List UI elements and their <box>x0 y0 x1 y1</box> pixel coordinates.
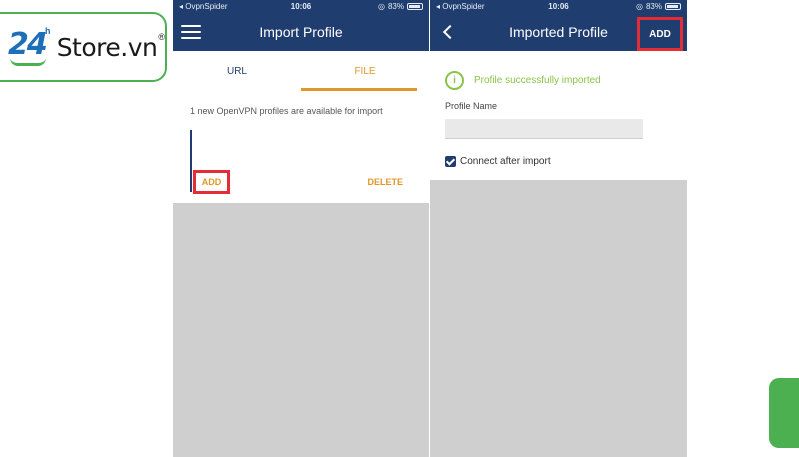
logo-registered-mark: ® <box>158 32 165 42</box>
success-message: i Profile successfully imported <box>445 71 601 90</box>
status-bar: ◂ OvpnSpider 10:06 ◎ 83% <box>173 0 429 13</box>
add-profile-button[interactable]: ADD <box>193 170 230 194</box>
card-accent-bar <box>190 130 192 192</box>
profile-name-label: Profile Name <box>445 101 498 111</box>
battery-icon <box>407 3 423 10</box>
logo-mark: 24 h <box>8 24 53 70</box>
page: 24 h Store.vn ® ◂ OvpnSpider 10:06 ◎ 83%… <box>0 0 799 457</box>
battery-percent: 83% <box>387 2 404 11</box>
logo-number: 24 <box>8 27 48 62</box>
connect-after-import-label: Connect after import <box>460 156 551 167</box>
app-bar: Import Profile <box>173 13 429 51</box>
status-right: ◎ 83% <box>378 2 423 11</box>
status-right: ◎ 83% <box>636 2 681 11</box>
delete-profile-button[interactable]: DELETE <box>367 177 403 187</box>
imported-profile-form: i Profile successfully imported Profile … <box>430 51 687 180</box>
brand-logo: 24 h Store.vn ® <box>0 12 167 82</box>
import-profile-screen: ◂ OvpnSpider 10:06 ◎ 83% Import Profile … <box>173 0 429 457</box>
profile-card: ADD DELETE <box>173 122 429 203</box>
tab-file[interactable]: FILE <box>301 51 429 92</box>
tab-url[interactable]: URL <box>173 51 301 92</box>
profile-name-input[interactable] <box>445 119 643 139</box>
checkbox-checked-icon[interactable] <box>445 156 456 167</box>
battery-percent: 83% <box>645 2 662 11</box>
side-decoration <box>769 378 799 448</box>
import-tabs: URL FILE <box>173 51 429 92</box>
logo-superscript: h <box>45 26 51 36</box>
lock-rotation-icon: ◎ <box>636 2 643 11</box>
logo-text: Store.vn <box>56 32 158 62</box>
lock-rotation-icon: ◎ <box>378 2 385 11</box>
profiles-notice: 1 new OpenVPN profiles are available for… <box>173 92 429 122</box>
status-bar: ◂ OvpnSpider 10:06 ◎ 83% <box>430 0 687 13</box>
info-icon: i <box>445 71 464 90</box>
page-title: Import Profile <box>259 24 343 40</box>
battery-icon <box>665 3 681 10</box>
add-imported-profile-button[interactable]: ADD <box>637 17 683 51</box>
success-text: Profile successfully imported <box>474 75 601 86</box>
logo-swoosh-icon <box>10 58 46 66</box>
connect-after-import-row[interactable]: Connect after import <box>445 156 551 167</box>
imported-profile-screen: ◂ OvpnSpider 10:06 ◎ 83% Imported Profil… <box>430 0 687 457</box>
